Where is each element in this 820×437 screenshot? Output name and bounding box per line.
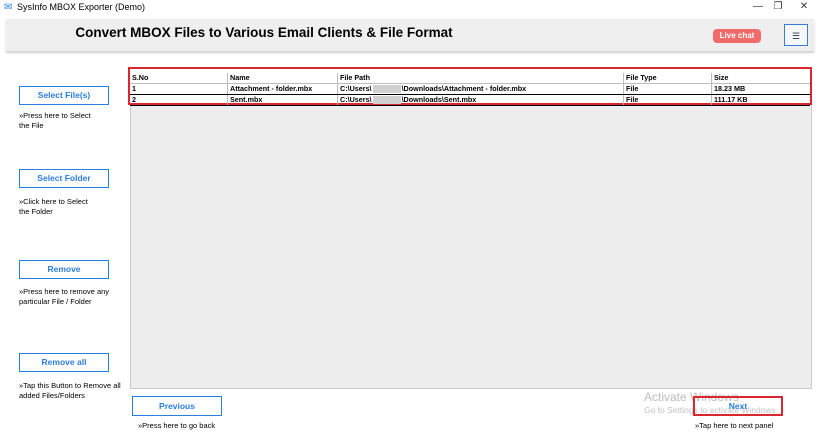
column-header-file-type[interactable]: File Type — [624, 73, 712, 83]
row-file-type: File — [624, 95, 712, 105]
column-header-size[interactable]: Size — [712, 73, 810, 83]
redacted-username — [372, 96, 401, 105]
previous-button[interactable]: Previous — [132, 396, 222, 416]
table-row[interactable]: 1 Attachment - folder.mbx C:\Users\ \Down… — [130, 84, 810, 94]
column-header-sno[interactable]: S.No — [130, 73, 228, 83]
hamburger-menu-button[interactable]: ☰ — [784, 24, 808, 46]
live-chat-button[interactable]: Live chat — [713, 29, 761, 43]
maximize-button[interactable]: ❐ — [766, 0, 790, 14]
row-size: 18.23 MB — [714, 84, 746, 93]
previous-hint: »Press here to go back — [138, 421, 216, 430]
app-logo-icon: ✉ — [4, 2, 13, 13]
table-row[interactable]: 2 Sent.mbx C:\Users\ \Downloads\Sent.mbx … — [130, 94, 810, 106]
window-title: SysInfo MBOX Exporter (Demo) — [17, 2, 146, 12]
header-bar: Convert MBOX Files to Various Email Clie… — [6, 19, 814, 52]
redacted-username — [372, 85, 401, 94]
select-files-button[interactable]: Select File(s) — [19, 86, 109, 105]
row-name: Attachment - folder.mbx — [228, 84, 338, 94]
table-header: S.No Name File Path File Type Size — [130, 73, 810, 84]
path-prefix: C:\Users\ — [340, 84, 372, 93]
remove-all-hint: »Tap this Button to Remove all added Fil… — [19, 381, 121, 400]
menu-icon: ☰ — [791, 31, 801, 41]
remove-all-button[interactable]: Remove all — [19, 353, 109, 372]
path-suffix: \Downloads\Sent.mbx — [401, 95, 477, 104]
remove-hint: »Press here to remove any particular Fil… — [19, 287, 110, 306]
title-bar: ✉ SysInfo MBOX Exporter (Demo) — ❐ ✕ — [0, 0, 820, 16]
next-button[interactable]: Next — [693, 396, 783, 416]
page-title: Convert MBOX Files to Various Email Clie… — [75, 25, 453, 40]
close-button[interactable]: ✕ — [792, 0, 816, 14]
file-table: S.No Name File Path File Type Size 1 Att… — [128, 67, 812, 106]
row-sno: 1 — [130, 84, 228, 94]
select-files-hint: »Press here to Select the File — [19, 111, 91, 130]
path-suffix: \Downloads\Attachment - folder.mbx — [401, 84, 527, 93]
row-file-type: File — [624, 84, 712, 94]
next-hint: »Tap here to next panel — [695, 421, 774, 430]
select-folder-hint: »Click here to Select the Folder — [19, 197, 88, 216]
remove-button[interactable]: Remove — [19, 260, 109, 279]
select-folder-button[interactable]: Select Folder — [19, 169, 109, 188]
path-prefix: C:\Users\ — [340, 95, 372, 104]
row-name: Sent.mbx — [228, 95, 338, 105]
column-header-name[interactable]: Name — [228, 73, 338, 83]
row-file-path: C:\Users\ \Downloads\Attachment - folder.… — [338, 84, 624, 94]
row-sno: 2 — [130, 95, 228, 105]
file-list-panel — [130, 67, 812, 389]
row-file-path: C:\Users\ \Downloads\Sent.mbx — [338, 95, 624, 105]
row-size: 111.17 KB — [714, 95, 748, 104]
column-header-file-path[interactable]: File Path — [338, 73, 624, 83]
